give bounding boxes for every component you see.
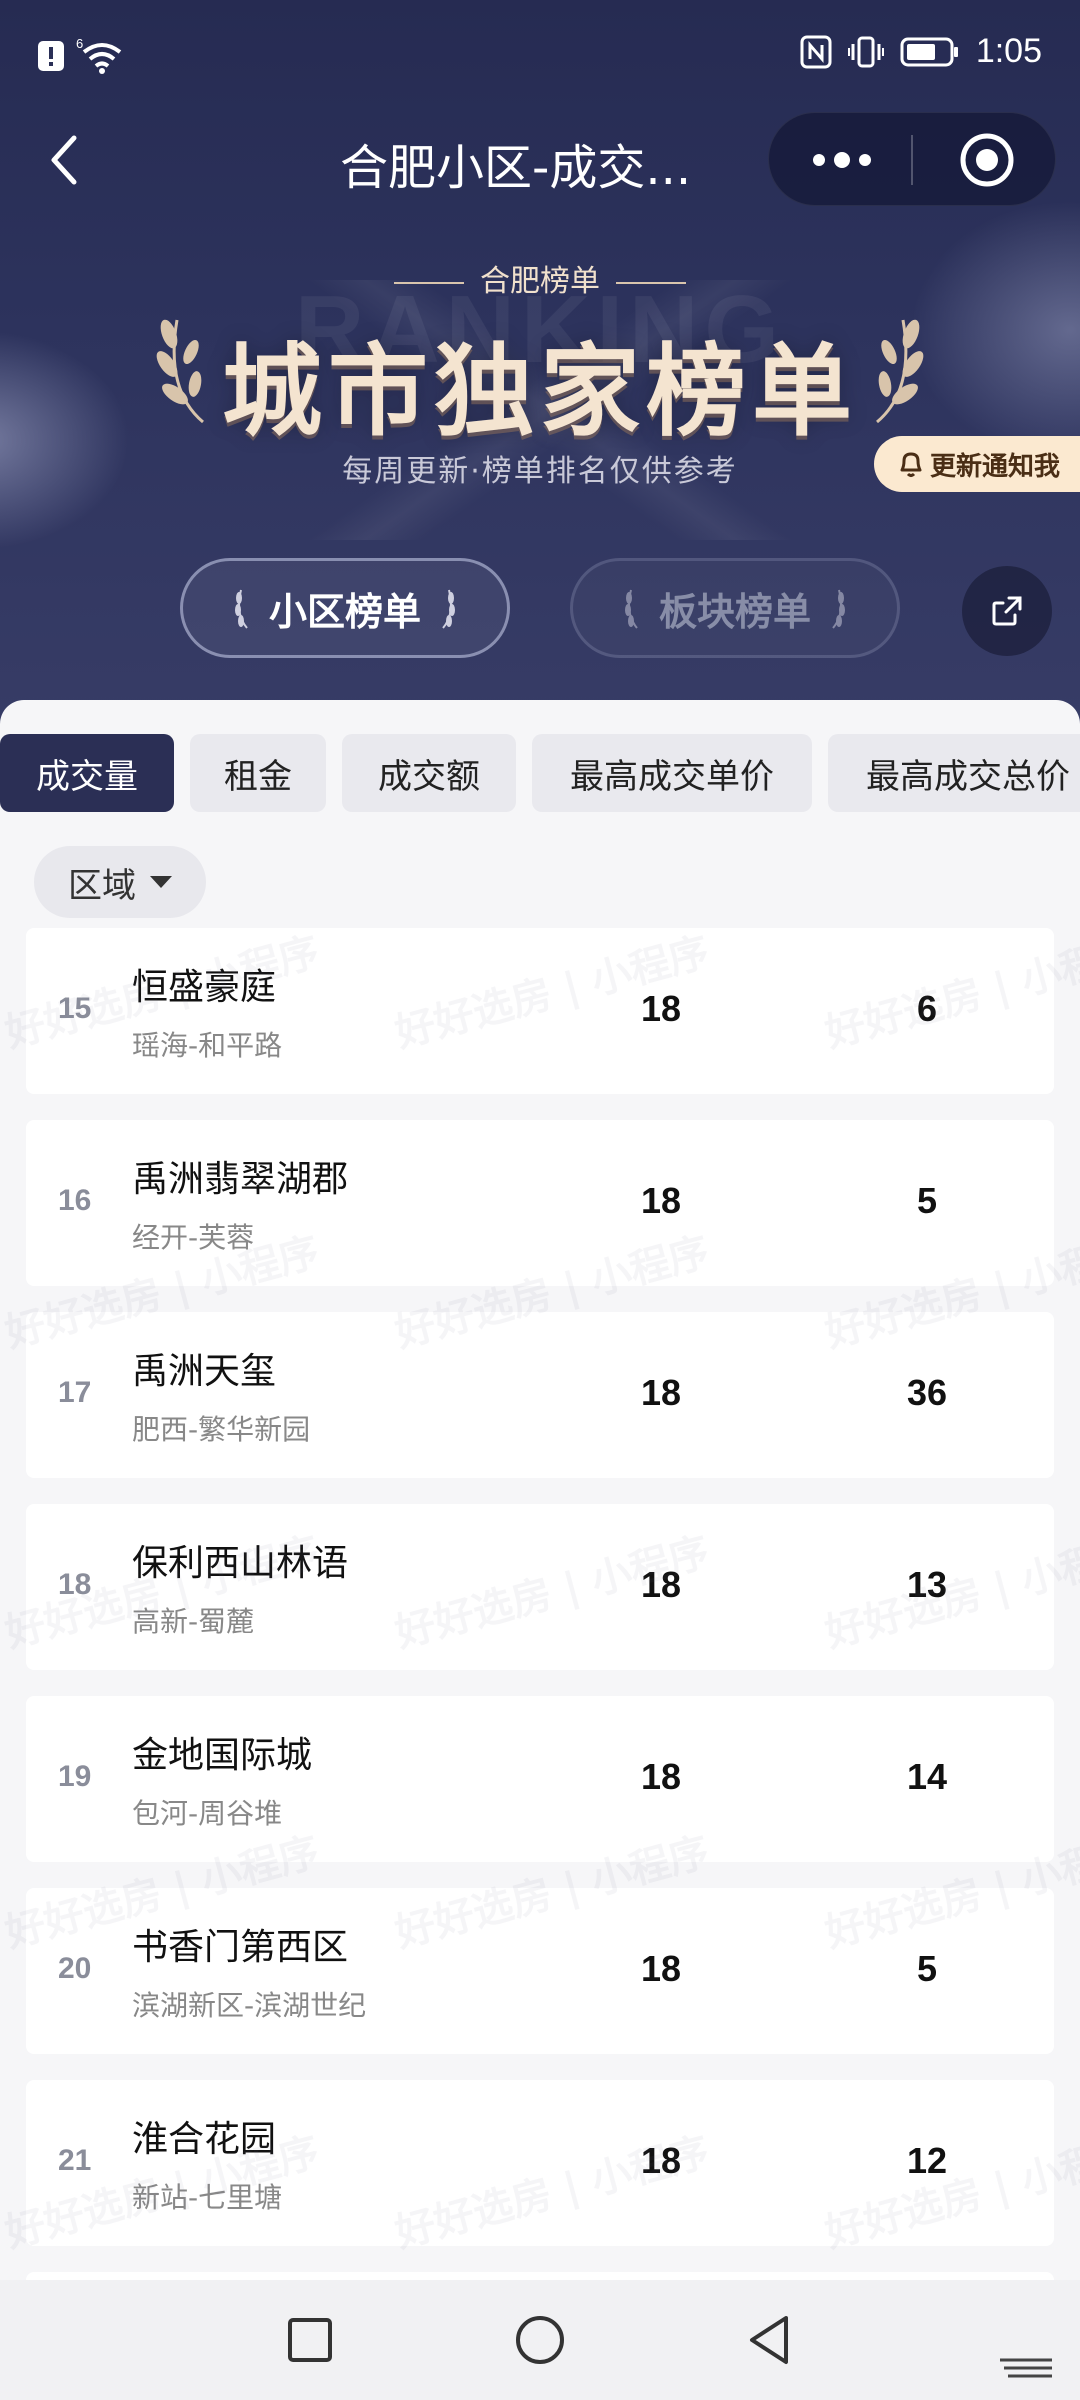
row-rank: 18	[58, 1568, 92, 1601]
row-value-secondary: 5	[916, 1948, 938, 1989]
recent-apps-icon[interactable]	[280, 2310, 340, 2370]
target-icon[interactable]	[959, 132, 1015, 188]
mini-laurel-right-icon	[832, 589, 845, 629]
row-area: 包河-周谷堆	[132, 1797, 283, 1830]
ranking-row[interactable]: 15 恒盛豪庭 瑶海-和平路 18 6	[26, 928, 1054, 1094]
ranking-row-partial	[26, 2272, 1054, 2280]
row-area: 高新-蜀麓	[132, 1605, 255, 1638]
row-rank: 17	[58, 1376, 92, 1409]
banner-subtitle-text: 合肥榜单	[480, 264, 600, 299]
back-nav-icon[interactable]	[740, 2310, 800, 2370]
more-icon[interactable]	[807, 143, 877, 177]
row-value-secondary: 5	[916, 1180, 938, 1221]
row-value-secondary: 12	[906, 2140, 948, 2181]
row-value-secondary: 13	[906, 1564, 948, 1605]
subtitle-line-left	[394, 281, 464, 284]
tab-district-ranking[interactable]: 板块榜单	[570, 558, 900, 658]
banner-subtitle: 合肥榜单	[0, 256, 1080, 300]
row-value-secondary: 14	[906, 1756, 948, 1797]
banner-title: 城市独家榜单	[222, 333, 858, 450]
row-community-name: 禹洲翡翠湖郡	[132, 1159, 349, 1200]
page-title: 合肥小区-成交...	[340, 140, 692, 196]
ranking-row[interactable]: 19 金地国际城 包河-周谷堆 18 14	[26, 1696, 1054, 1862]
tab-community-ranking-label: 小区榜单	[268, 589, 421, 634]
row-community-name: 淮合花园	[132, 2119, 277, 2160]
row-area: 瑶海-和平路	[132, 1029, 283, 1062]
status-time: 1:05	[975, 32, 1042, 70]
tab-max-total-price[interactable]: 最高成交总价	[828, 734, 1080, 812]
home-icon[interactable]	[510, 2310, 570, 2370]
ranking-row[interactable]: 18 保利西山林语 高新-蜀麓 18 13	[26, 1504, 1054, 1670]
header-banner: 6 1:05 合肥小区-成交... RANKING 合肥榜单 城市独家榜单 每周…	[0, 0, 1080, 730]
back-icon[interactable]	[40, 130, 90, 190]
row-value-primary: 18	[640, 1372, 682, 1413]
tab-rent[interactable]: 租金	[190, 734, 326, 812]
ranking-row[interactable]: 17 禹洲天玺 肥西-繁华新园 18 36	[26, 1312, 1054, 1478]
row-community-name: 书香门第西区	[132, 1927, 349, 1968]
row-rank: 16	[58, 1184, 92, 1217]
row-value-secondary: 36	[906, 1372, 948, 1413]
tab-transaction-volume[interactable]: 成交量	[0, 734, 174, 812]
share-button[interactable]	[962, 566, 1052, 656]
row-community-name: 保利西山林语	[132, 1543, 349, 1584]
row-value-primary: 18	[640, 1564, 682, 1605]
mini-laurel-right-icon	[442, 589, 455, 629]
row-value-primary: 18	[640, 1180, 682, 1221]
row-rank: 20	[58, 1952, 92, 1985]
category-tabs: 成交量 租金 成交额 最高成交单价 最高成交总价	[0, 734, 1080, 814]
caret-down-icon	[150, 876, 172, 888]
nfc-icon	[800, 35, 832, 68]
subtitle-line-right	[616, 281, 686, 284]
row-value-primary: 18	[640, 988, 682, 1029]
tab-district-ranking-label: 板块榜单	[658, 589, 811, 634]
menu-handle-icon	[1000, 2358, 1052, 2378]
row-community-name: 金地国际城	[132, 1735, 313, 1776]
row-value-secondary: 6	[916, 988, 938, 1029]
region-filter-label: 区域	[68, 865, 136, 906]
row-rank: 19	[58, 1760, 92, 1793]
notify-me-label: 更新通知我	[929, 451, 1060, 482]
ranking-row[interactable]: 20 书香门第西区 滨湖新区-滨湖世纪 18 5	[26, 1888, 1054, 2054]
row-area: 肥西-繁华新园	[132, 1413, 311, 1446]
row-area: 新站-七里塘	[132, 2181, 283, 2214]
mini-laurel-left-icon	[624, 589, 638, 629]
ranking-row[interactable]: 16 禹洲翡翠湖郡 经开-芙蓉 18 5	[26, 1120, 1054, 1286]
ranking-sheet: 成交量 租金 成交额 最高成交单价 最高成交总价 区域 15 恒盛豪庭 瑶海-和…	[0, 700, 1080, 2280]
mini-program-capsule	[768, 112, 1056, 206]
vibrate-icon	[847, 36, 884, 67]
row-community-name: 禹洲天玺	[132, 1351, 277, 1392]
row-area: 经开-芙蓉	[132, 1221, 255, 1254]
tab-transaction-amount[interactable]: 成交额	[342, 734, 516, 812]
share-icon	[992, 596, 1022, 626]
bell-icon	[900, 452, 922, 477]
row-rank: 21	[58, 2144, 92, 2177]
row-rank: 15	[58, 992, 92, 1025]
status-bar: 6 1:05	[0, 0, 1080, 110]
row-community-name: 恒盛豪庭	[132, 967, 277, 1008]
row-area: 滨湖新区-滨湖世纪	[132, 1989, 367, 2022]
row-value-primary: 18	[640, 1948, 682, 1989]
ranking-row[interactable]: 21 淮合花园 新站-七里塘 18 12	[26, 2080, 1054, 2246]
system-navigation-bar	[0, 2280, 1080, 2400]
wifi-icon: 6	[76, 36, 122, 74]
capsule-divider	[911, 135, 913, 185]
region-filter-dropdown[interactable]: 区域	[34, 846, 206, 918]
row-value-primary: 18	[640, 1756, 682, 1797]
network-type-label: 6	[76, 36, 83, 51]
tab-community-ranking[interactable]: 小区榜单	[180, 558, 510, 658]
tab-max-unit-price[interactable]: 最高成交单价	[532, 734, 812, 812]
notify-me-button[interactable]: 更新通知我	[873, 436, 1080, 492]
row-value-primary: 18	[640, 2140, 682, 2181]
mini-laurel-left-icon	[234, 589, 248, 629]
alert-icon	[38, 41, 64, 71]
battery-icon	[900, 37, 958, 66]
